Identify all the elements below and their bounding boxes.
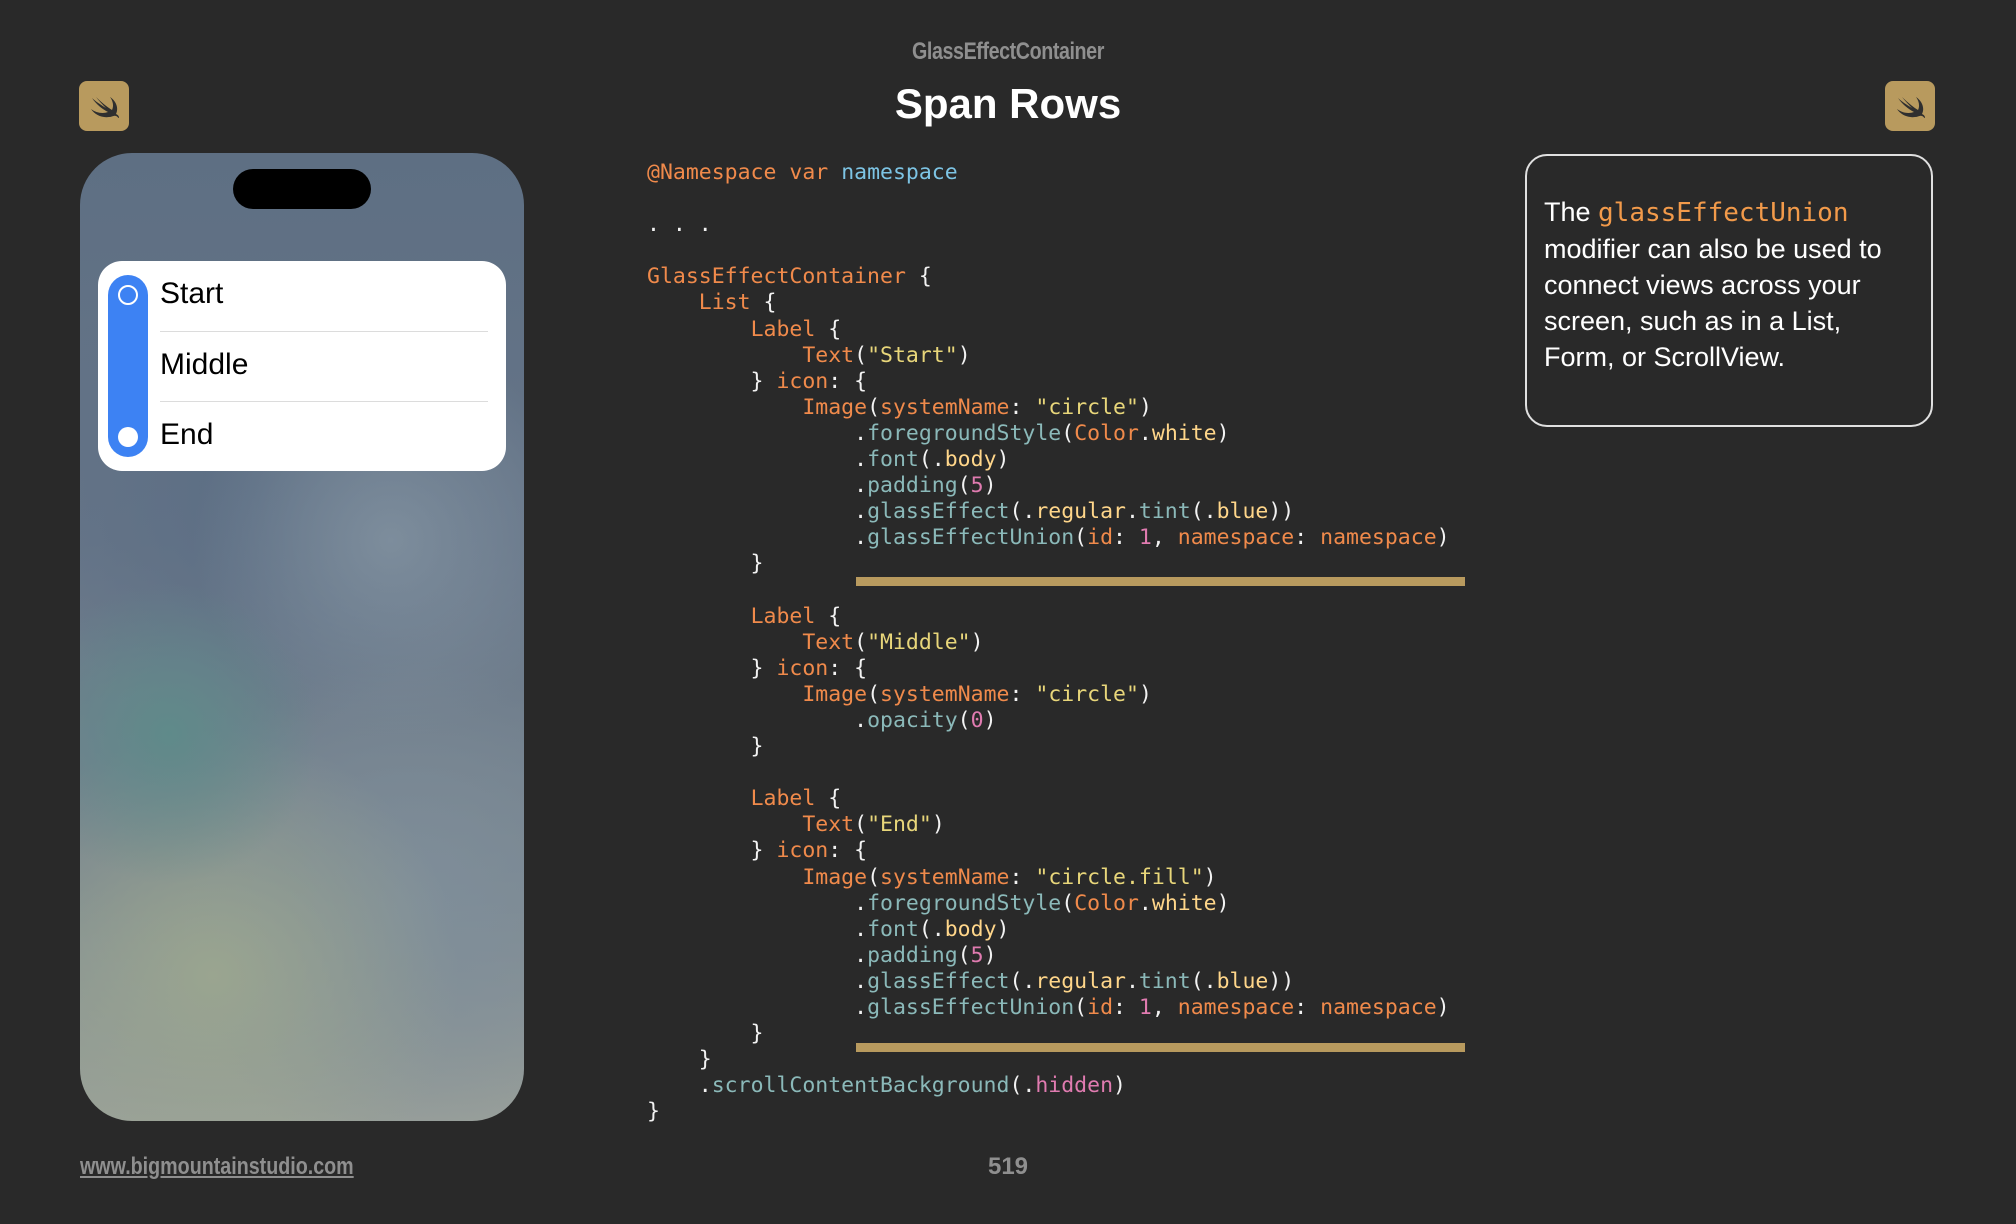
row-divider (160, 401, 488, 402)
page-number: 519 (987, 1153, 1029, 1180)
code-line: .padding(5) (647, 942, 997, 968)
code-highlight-bar (856, 577, 1465, 586)
dynamic-island (233, 169, 371, 209)
code-line: .foregroundStyle(Color.white) (647, 890, 1230, 916)
list-item-label[interactable]: Start (160, 277, 223, 311)
code-line: } (647, 734, 764, 760)
circle-fill-icon (118, 427, 138, 447)
code-highlight-bar (856, 1043, 1465, 1052)
code-line: .padding(5) (647, 473, 997, 499)
code-line: Image(systemName: "circle") (802, 681, 1152, 707)
code-line: .opacity(0) (647, 707, 997, 733)
code-line: } (647, 1047, 712, 1073)
code-line: .glassEffect(.regular.tint(.blue)) (647, 499, 1295, 525)
list-card: Start Middle End (98, 261, 506, 471)
list-item-label[interactable]: Middle (160, 348, 248, 382)
code-line: .glassEffectUnion(id: 1, namespace: name… (647, 995, 1450, 1020)
code-line: List { (698, 290, 777, 316)
code-line: Image(systemName: "circle.fill") (802, 864, 1217, 890)
code-line: .glassEffectUnion(id: 1, namespace: name… (647, 525, 1450, 551)
code-line: Label { (750, 316, 842, 342)
code-line: Text("Start") (802, 342, 971, 368)
code-line: .foregroundStyle(Color.white) (647, 420, 1230, 446)
note-text: The (1544, 197, 1599, 227)
code-line: @Namespace var namespace (647, 160, 958, 185)
code-line: Text("End") (802, 812, 945, 838)
code-line: .font(.body) (647, 916, 1010, 942)
code-line: Text("Middle") (802, 629, 984, 655)
note-code-term: glassEffectUnion (1598, 198, 1849, 228)
glass-union-capsule (108, 275, 148, 457)
list-item-label[interactable]: End (160, 418, 213, 452)
section-title: GlassEffectContainer (912, 38, 1104, 65)
circle-icon (118, 285, 138, 305)
code-line: } icon: { (647, 368, 868, 394)
note-box: The glassEffectUnion modifier can also b… (1525, 154, 1933, 427)
phone-preview: Start Middle End (80, 153, 524, 1121)
code-line: .scrollContentBackground(.hidden) (647, 1073, 1126, 1099)
code-line: GlassEffectContainer { (647, 264, 932, 290)
code-line: Label { (750, 603, 842, 629)
code-line: } icon: { (647, 838, 868, 864)
code-line: . . . (647, 212, 712, 238)
swift-logo-icon (79, 81, 129, 131)
note-text: modifier can also be used to connect vie… (1544, 234, 1882, 372)
code-block: @Namespace var namespace . . . GlassEffe… (647, 160, 1450, 1125)
code-line: Label { (750, 786, 842, 812)
code-line: } (647, 1021, 764, 1047)
code-line: } icon: { (647, 655, 868, 681)
code-line: .font(.body) (647, 447, 1010, 473)
swift-logo-icon (1885, 81, 1935, 131)
code-line: } (647, 551, 764, 577)
row-divider (160, 331, 488, 332)
code-line: } (647, 1099, 660, 1125)
page-title: Span Rows (894, 80, 1122, 127)
code-line: .glassEffect(.regular.tint(.blue)) (647, 968, 1295, 994)
code-line: Image(systemName: "circle") (802, 394, 1152, 420)
